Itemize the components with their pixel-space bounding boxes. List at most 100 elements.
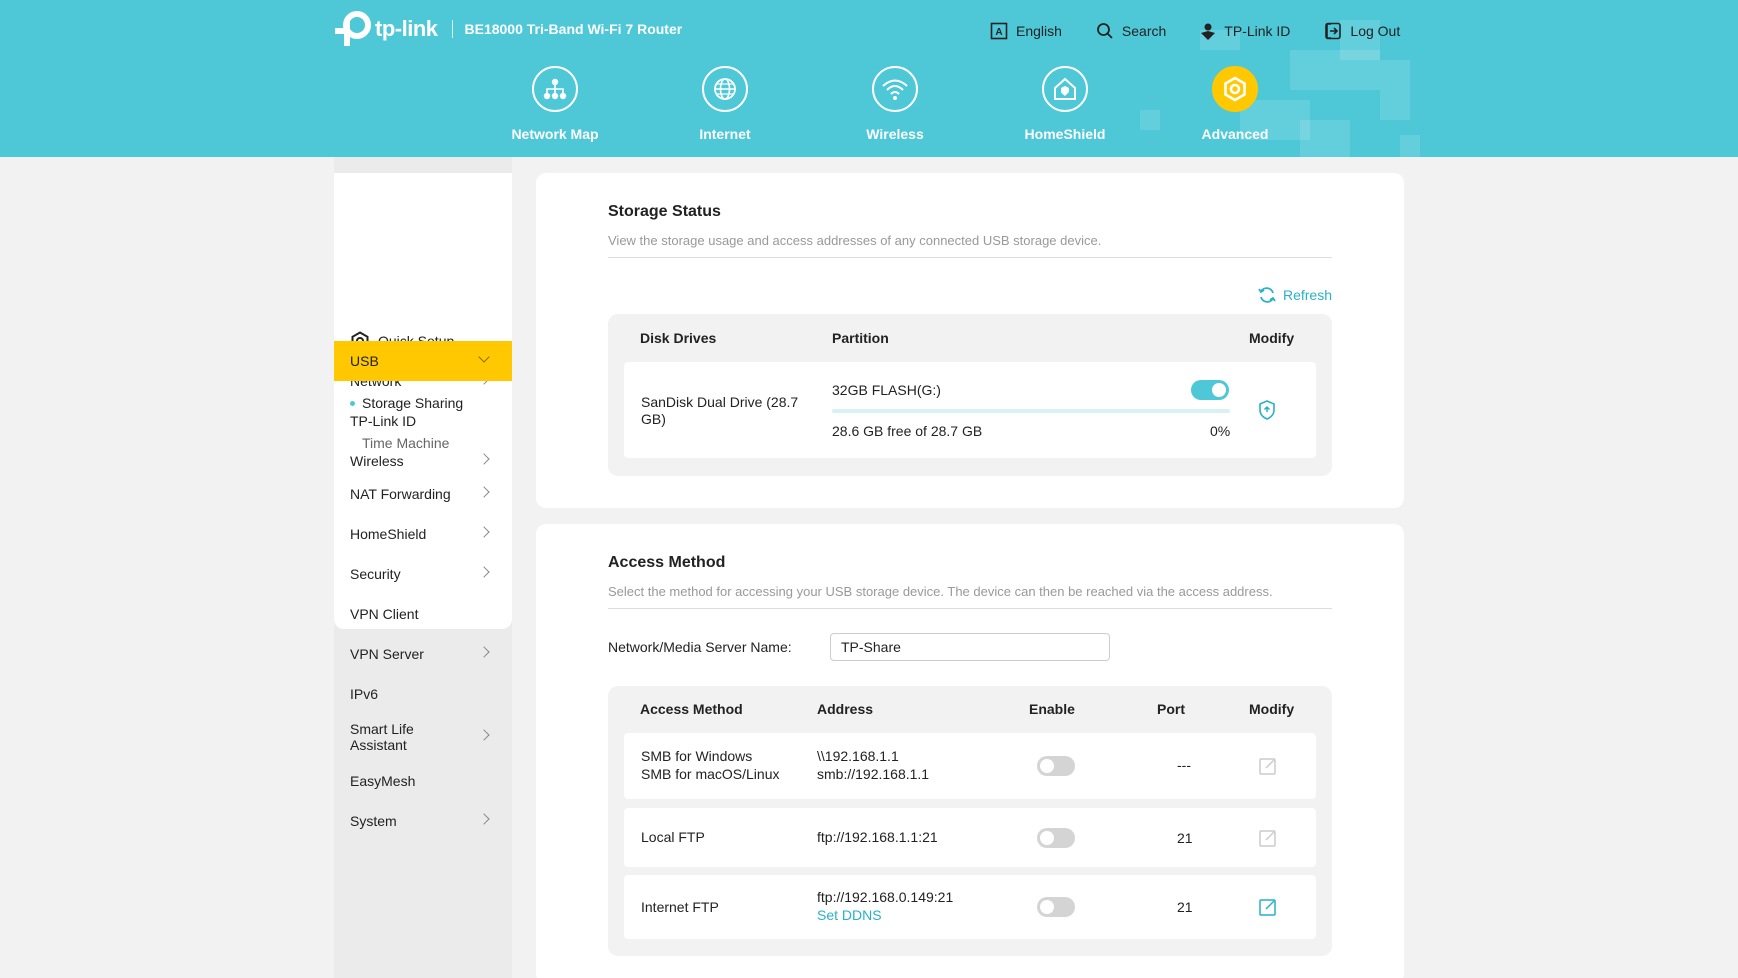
- logout-button[interactable]: Log Out: [1324, 22, 1400, 40]
- access-method-table: Access Method Address Enable Port Modify…: [608, 686, 1332, 956]
- search-button[interactable]: Search: [1096, 22, 1166, 40]
- refresh-button[interactable]: Refresh: [1257, 285, 1332, 305]
- svg-text:A: A: [995, 27, 1002, 38]
- tplink-id-label: TP-Link ID: [1224, 23, 1291, 39]
- tab-advanced[interactable]: Advanced: [1150, 66, 1320, 142]
- router-model: BE18000 Tri-Band Wi-Fi 7 Router: [464, 21, 683, 37]
- tab-network-map[interactable]: Network Map: [470, 66, 640, 142]
- storage-status-description: View the storage usage and access addres…: [608, 233, 1102, 248]
- search-icon: [1097, 23, 1113, 39]
- sidebar-item-label: Security: [350, 566, 401, 582]
- sidebar-item-storage-sharing[interactable]: Storage Sharing: [334, 383, 512, 423]
- logout-label: Log Out: [1350, 23, 1401, 39]
- column-header: Enable: [1029, 701, 1075, 717]
- tab-label: Network Map: [511, 126, 599, 142]
- port-value: ---: [1177, 757, 1191, 773]
- column-header: Partition: [832, 330, 889, 346]
- header-decoration: [1400, 135, 1420, 157]
- enable-toggle[interactable]: [1037, 897, 1075, 917]
- brand-name: tp-link: [375, 16, 438, 41]
- edit-icon: [1259, 758, 1276, 775]
- tab-wireless[interactable]: Wireless: [810, 66, 980, 142]
- sidebar-item-time-machine[interactable]: Time Machine: [334, 423, 512, 463]
- column-header: Access Method: [640, 701, 743, 717]
- sidebar-item-vpn-server[interactable]: VPN Server: [334, 634, 512, 674]
- tab-internet[interactable]: Internet: [640, 66, 810, 142]
- server-name-input[interactable]: [830, 633, 1110, 661]
- sidebar-item-label: Time Machine: [362, 435, 450, 451]
- table-row: SMB for Windows SMB for macOS/Linux \\19…: [624, 733, 1316, 799]
- edit-button[interactable]: [1258, 828, 1278, 851]
- shield-icon: [1259, 400, 1275, 420]
- sidebar-item-ipv6[interactable]: IPv6: [334, 674, 512, 714]
- column-header: Address: [817, 701, 874, 717]
- storage-status-title: Storage Status: [608, 203, 721, 220]
- access-method-title: Access Method: [608, 554, 726, 571]
- sidebar-item-system[interactable]: System: [334, 801, 512, 841]
- edit-button[interactable]: [1258, 756, 1278, 779]
- sidebar-item-smart-life-assistant[interactable]: Smart Life Assistant: [334, 717, 512, 757]
- header-decoration: [1380, 60, 1410, 120]
- chevron-right-icon: [478, 813, 490, 825]
- sidebar-item-security[interactable]: Security: [334, 554, 512, 594]
- tab-homeshield[interactable]: HomeShield: [980, 66, 1150, 142]
- access-method-description: Select the method for accessing your USB…: [608, 584, 1273, 599]
- main-nav-tabs: Network Map Internet Wireless HomeShield…: [470, 66, 1320, 142]
- usage-percent: 0%: [1210, 423, 1231, 439]
- column-header: Modify: [1249, 330, 1295, 346]
- sidebar-item-nat-forwarding[interactable]: NAT Forwarding: [334, 474, 512, 514]
- language-button[interactable]: A English: [990, 22, 1062, 40]
- free-space-text: 28.6 GB free of 28.7 GB: [832, 423, 983, 439]
- edit-button[interactable]: [1258, 897, 1278, 920]
- modify-disk-button[interactable]: [1257, 399, 1277, 424]
- tplink-logo-icon: [333, 10, 371, 48]
- logout-icon: [1325, 22, 1342, 40]
- sidebar-item-usb[interactable]: USB: [334, 341, 512, 381]
- chevron-right-icon: [478, 566, 490, 578]
- search-label: Search: [1121, 23, 1167, 39]
- sidebar-item-label: VPN Server: [350, 646, 424, 662]
- selected-dot: [350, 400, 355, 406]
- sidebar-item-label: IPv6: [350, 686, 379, 702]
- enable-toggle[interactable]: [1037, 756, 1075, 776]
- tab-label: Advanced: [1201, 126, 1269, 142]
- storage-table: Disk Drives Partition Modify SanDisk Dua…: [608, 314, 1332, 476]
- chevron-right-icon: [478, 646, 490, 658]
- sidebar-item-label: HomeShield: [350, 526, 427, 542]
- edit-icon: [1259, 830, 1276, 847]
- top-links: A English Search TP-Link ID Log Out: [990, 22, 1434, 40]
- access-method-name: SMB for Windows: [641, 748, 753, 764]
- tplink-logo[interactable]: tp-link BE18000 Tri-Band Wi-Fi 7 Router: [333, 10, 682, 48]
- divider: [608, 608, 1332, 609]
- divider: [608, 257, 1332, 258]
- tplink-id-button[interactable]: TP-Link ID: [1200, 22, 1290, 40]
- sidebar-item-label: EasyMesh: [350, 773, 416, 789]
- chevron-down-icon: [478, 351, 490, 363]
- disk-name: SanDisk Dual Drive (28.7 GB): [641, 394, 799, 427]
- tab-label: HomeShield: [1024, 126, 1106, 142]
- column-header: Disk Drives: [640, 330, 717, 346]
- set-ddns-link[interactable]: Set DDNS: [817, 907, 882, 924]
- sidebar-item-vpn-client[interactable]: VPN Client: [334, 594, 512, 634]
- globe-icon: [702, 66, 748, 112]
- enable-toggle[interactable]: [1037, 828, 1075, 848]
- language-label: English: [1016, 23, 1062, 39]
- wifi-icon: [872, 66, 918, 112]
- sidebar-item-label: System: [350, 813, 397, 829]
- partition-name: 32GB FLASH(G:): [832, 382, 941, 398]
- table-row: SanDisk Dual Drive (28.7 GB) 32GB FLASH(…: [624, 362, 1316, 458]
- tab-label: Internet: [699, 126, 751, 142]
- partition-toggle[interactable]: [1191, 380, 1229, 400]
- table-row: Internet FTP ftp://192.168.0.149:21 Set …: [624, 875, 1316, 939]
- sidebar-item-label: Smart Life Assistant: [350, 721, 414, 753]
- sidebar-item-label: USB: [350, 353, 379, 369]
- storage-status-card: Storage Status View the storage usage an…: [536, 173, 1404, 508]
- sidebar-item-homeshield[interactable]: HomeShield: [334, 514, 512, 554]
- sidebar-item-label: VPN Client: [350, 606, 419, 622]
- network-map-icon: [532, 66, 578, 112]
- sidebar-item-easymesh[interactable]: EasyMesh: [334, 761, 512, 801]
- tplink-id-icon: [1201, 23, 1216, 40]
- access-method-name: Local FTP: [641, 829, 705, 845]
- refresh-icon: [1258, 287, 1276, 303]
- column-header: Modify: [1249, 701, 1295, 717]
